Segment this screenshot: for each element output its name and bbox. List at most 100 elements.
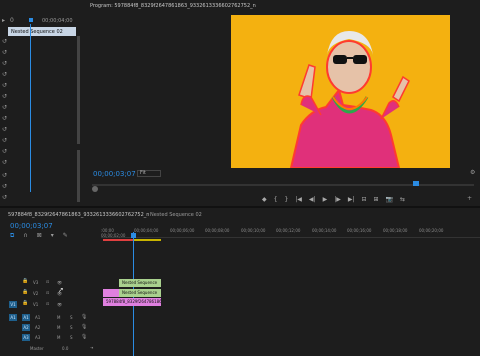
nest-icon[interactable]: ⧉: [10, 233, 14, 239]
step-forward-button[interactable]: |▶: [334, 196, 341, 203]
tick-label: 00;00;06;00: [170, 228, 195, 233]
sync-icon[interactable]: ⊡: [46, 301, 49, 306]
video-clip[interactable]: 597884f8_8329f2647861863: [103, 298, 161, 306]
fit-dropdown[interactable]: Fit: [137, 170, 161, 177]
mark-out-button[interactable]: }: [284, 196, 288, 203]
tick-label: 00;00;02;00: [101, 233, 126, 238]
lock-icon[interactable]: 🔒: [22, 279, 28, 284]
tick-label: 00;00;10;00: [241, 228, 266, 233]
track-target-a1[interactable]: A1: [22, 314, 30, 321]
master-level[interactable]: 0.0: [62, 346, 68, 351]
track-a1-header: A1 A1 A1 M S 🎙: [0, 314, 101, 323]
lift-button[interactable]: ⊟: [361, 196, 366, 203]
undo-icon[interactable]: ↺: [2, 104, 7, 111]
mute-button[interactable]: M: [57, 315, 60, 320]
undo-icon[interactable]: ↺: [2, 115, 7, 122]
nested-sequence-clip[interactable]: Nested Sequence: [119, 289, 161, 297]
track-label: A2: [35, 325, 41, 330]
linked-selection-icon[interactable]: ⊠: [37, 233, 42, 239]
nested-sequence-clip[interactable]: Nested Sequence: [119, 279, 161, 287]
scrollbar[interactable]: [77, 150, 80, 202]
tick-label: 00;00;16;00: [347, 228, 372, 233]
marker-button[interactable]: ◆: [262, 196, 267, 203]
solo-button[interactable]: S: [70, 335, 73, 340]
skip-to-end-icon[interactable]: ⇥: [90, 345, 93, 350]
lock-icon[interactable]: 🔒: [22, 290, 28, 295]
wrench-icon[interactable]: ✎: [63, 233, 68, 239]
zoom-handle[interactable]: [92, 186, 98, 192]
zero-icon: 0: [10, 17, 14, 24]
tab-main-sequence[interactable]: 597884f8_8329f2647861863_933261333660276…: [8, 212, 149, 218]
tick-label: 00;00;08;00: [205, 228, 230, 233]
undo-icon[interactable]: ↺: [2, 93, 7, 100]
undo-icon[interactable]: ↺: [2, 49, 7, 56]
button-editor-icon[interactable]: ⇆: [400, 196, 405, 203]
track-label: A3: [35, 335, 41, 340]
video-clip[interactable]: [103, 289, 119, 297]
undo-icon[interactable]: ↺: [2, 148, 7, 155]
microphone-icon[interactable]: 🎙: [81, 334, 87, 340]
undo-icon[interactable]: ↺: [2, 126, 7, 133]
track-target-a2[interactable]: A2: [22, 324, 30, 331]
play-button[interactable]: ▶: [323, 196, 328, 203]
mark-in-button[interactable]: {: [274, 196, 278, 203]
solo-button[interactable]: S: [70, 325, 73, 330]
track-a2-header: A2 A2 M S 🎙: [0, 324, 101, 333]
source-playhead-line: [30, 24, 31, 192]
source-sequence-item[interactable]: Nested Sequence 02: [8, 27, 76, 36]
microphone-icon[interactable]: 🎙: [81, 314, 87, 320]
program-playhead[interactable]: [413, 181, 419, 186]
source-playhead[interactable]: [29, 18, 33, 22]
timeline-timecode[interactable]: 00;00;03;07: [10, 222, 53, 230]
mute-button[interactable]: M: [57, 325, 60, 330]
undo-icon[interactable]: ↺: [2, 137, 7, 144]
undo-icon[interactable]: ↺: [2, 172, 7, 179]
scrollbar[interactable]: [77, 36, 80, 144]
sync-icon[interactable]: ⊡: [46, 279, 49, 284]
track-label: V3: [33, 280, 39, 285]
undo-icon[interactable]: ↺: [2, 38, 7, 45]
tab-nested-sequence[interactable]: Nested Sequence 02: [150, 212, 202, 218]
track-target-a3[interactable]: A3: [22, 334, 30, 341]
track-v2-header: 🔒 V2 ⊡ 👁: [0, 290, 101, 299]
undo-icon[interactable]: ↺: [2, 194, 7, 201]
eye-icon[interactable]: 👁: [57, 280, 62, 285]
undo-icon[interactable]: ↺: [2, 71, 7, 78]
microphone-icon[interactable]: 🎙: [81, 324, 87, 330]
timeline-ruler[interactable]: :00;00 00;00;02;00 00;00;04;00 00;00;06;…: [101, 226, 480, 238]
snap-icon[interactable]: ∩: [23, 233, 27, 239]
marker-icon[interactable]: ▾: [51, 233, 54, 239]
wrench-icon[interactable]: ⚙: [470, 170, 475, 176]
undo-icon[interactable]: ↺: [2, 60, 7, 67]
timeline-playhead[interactable]: [131, 233, 136, 238]
source-patch-a1[interactable]: A1: [9, 314, 17, 321]
source-patch-v1[interactable]: V1: [9, 301, 17, 308]
panel-divider: [0, 206, 480, 208]
program-timecode[interactable]: 00;00;03;07: [93, 170, 136, 178]
eye-icon[interactable]: 👁: [57, 302, 62, 307]
step-back-button[interactable]: ◀|: [309, 196, 316, 203]
extract-button[interactable]: ⊞: [374, 196, 379, 203]
go-to-out-button[interactable]: ▶|: [348, 196, 355, 203]
render-bar: [103, 239, 133, 241]
track-label: V2: [33, 291, 39, 296]
master-label: Master: [30, 346, 44, 351]
solo-button[interactable]: S: [70, 315, 73, 320]
lock-icon[interactable]: 🔒: [22, 301, 28, 306]
master-track-header: Master 0.0 ⇥: [0, 345, 101, 354]
tick-label: 00;00;20;00: [419, 228, 444, 233]
undo-icon[interactable]: ↺: [2, 82, 7, 89]
undo-icon[interactable]: ↺: [2, 159, 7, 166]
mute-button[interactable]: M: [57, 335, 60, 340]
mouse-cursor-icon: ➚: [58, 286, 64, 294]
go-to-in-button[interactable]: |◀: [295, 196, 302, 203]
playback-controls: ◆ { } |◀ ◀| ▶ |▶ ▶| ⊟ ⊞ 📷 ⇆: [262, 195, 442, 203]
undo-icon[interactable]: ↺: [2, 183, 7, 190]
sync-icon[interactable]: ⊡: [46, 290, 49, 295]
track-label: A1: [35, 315, 41, 320]
tick-label: 00;00;14;00: [312, 228, 337, 233]
add-button-icon[interactable]: +: [467, 196, 472, 202]
camera-icon[interactable]: 📷: [386, 196, 393, 203]
expand-icon[interactable]: ▸: [2, 18, 5, 24]
track-v3-header: 🔒 V3 ⊡ 👁: [0, 279, 101, 288]
